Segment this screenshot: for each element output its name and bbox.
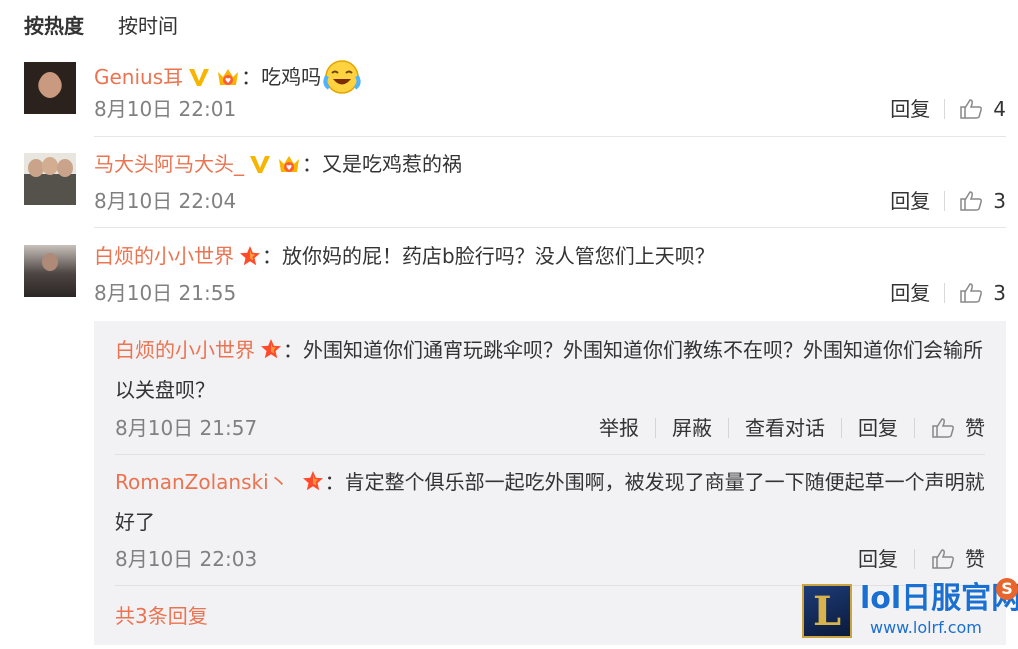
comment-time: 8月10日 21:55 <box>94 281 237 305</box>
reply-button[interactable]: 回复 <box>890 278 930 308</box>
username-link[interactable]: Genius耳 <box>94 62 183 92</box>
divider <box>841 418 842 438</box>
avatar[interactable] <box>24 62 76 114</box>
star-icon <box>240 246 260 266</box>
username-link[interactable]: RomanZolanski丶 <box>115 470 289 494</box>
thumbs-up-icon <box>932 549 954 569</box>
comment-item: 马大头阿马大头_ ♥ ：又是吃鸡惹的祸 8月10日 22:04 回复 3 <box>24 149 1006 219</box>
comment-content: 白烦的小小世界 ：放你妈的屁！药店b脸行吗？没人管您们上天呗？ <box>94 241 715 271</box>
reply-content: RomanZolanski丶 ：肯定整个俱乐部一起吃外围啊，被发现了商量了一下随便… <box>115 462 985 542</box>
like-count: 4 <box>993 97 1006 121</box>
sort-tabs: 按热度 按时间 <box>24 12 178 40</box>
comment-content: Genius耳 ♥ ：吃鸡吗 <box>94 58 361 96</box>
avatar[interactable] <box>24 245 76 297</box>
comment-actions: 回复 3 <box>890 278 1006 308</box>
report-button[interactable]: 举报 <box>599 413 639 443</box>
comment-text: ：吃鸡吗 <box>241 65 322 89</box>
svg-text:♥: ♥ <box>286 164 292 172</box>
crown-icon: ♥ <box>279 156 299 172</box>
username-link[interactable]: 白烦的小小世界 <box>94 241 234 271</box>
site-watermark: L lol日服官网 www.lolrf.com S <box>800 578 1018 648</box>
divider <box>914 549 915 569</box>
watermark-url: www.lolrf.com <box>870 618 982 637</box>
like-label: 赞 <box>965 416 985 440</box>
like-button[interactable]: 赞 <box>931 544 985 574</box>
divider <box>94 227 1006 228</box>
like-label: 赞 <box>965 547 985 571</box>
comment-item: Genius耳 ♥ ：吃鸡吗 8月10日 22:01 回复 4 <box>24 58 1006 128</box>
vip-v-icon <box>189 69 210 86</box>
svg-text:♥: ♥ <box>225 77 231 85</box>
like-button[interactable]: 赞 <box>931 413 985 443</box>
block-button[interactable]: 屏蔽 <box>672 413 712 443</box>
like-button[interactable]: 3 <box>959 186 1006 216</box>
comment-actions: 回复 4 <box>890 94 1006 124</box>
comment-time: 8月10日 22:04 <box>94 189 237 213</box>
like-button[interactable]: 3 <box>959 278 1006 308</box>
thumbs-up-icon <box>960 191 983 211</box>
divider <box>728 418 729 438</box>
vip-v-icon <box>250 156 270 173</box>
reply-content: 白烦的小小世界 ：外围知道你们通宵玩跳伞呗？外围知道你们教练不在呗？外围知道你们会… <box>115 330 985 410</box>
reply-time: 8月10日 21:57 <box>115 416 258 440</box>
comment-text: ：放你妈的屁！药店b脸行吗？没人管您们上天呗？ <box>262 244 715 268</box>
reply-button[interactable]: 回复 <box>858 413 898 443</box>
thumbs-up-icon <box>960 283 983 303</box>
crown-icon: ♥ <box>218 69 239 85</box>
comment-content: 马大头阿马大头_ ♥ ：又是吃鸡惹的祸 <box>94 149 462 179</box>
divider <box>914 418 915 438</box>
divider <box>94 136 1006 137</box>
watermark-title: lol日服官网 <box>860 581 1018 616</box>
reply-button[interactable]: 回复 <box>890 94 930 124</box>
like-button[interactable]: 4 <box>959 94 1006 124</box>
sort-by-time-tab[interactable]: 按时间 <box>118 12 178 40</box>
divider <box>944 283 946 303</box>
thumbs-up-icon <box>932 418 954 438</box>
thumbs-up-icon <box>960 99 983 119</box>
username-link[interactable]: 白烦的小小世界 <box>115 338 255 362</box>
divider <box>115 454 985 455</box>
divider <box>655 418 656 438</box>
username-link[interactable]: 马大头阿马大头_ <box>94 149 244 179</box>
star-icon <box>302 471 323 491</box>
reply-actions: 举报 屏蔽 查看对话 回复 赞 <box>599 413 985 443</box>
comment-item: 白烦的小小世界 ：放你妈的屁！药店b脸行吗？没人管您们上天呗？ 8月10日 21… <box>24 241 1006 311</box>
reply-item: RomanZolanski丶 ：肯定整个俱乐部一起吃外围啊，被发现了商量了一下随便… <box>115 462 985 582</box>
reply-actions: 回复 赞 <box>858 544 985 574</box>
view-conversation-button[interactable]: 查看对话 <box>745 413 825 443</box>
reply-time: 8月10日 22:03 <box>115 547 258 571</box>
star-icon <box>261 339 281 359</box>
comment-time: 8月10日 22:01 <box>94 97 237 121</box>
sogou-badge-icon: S <box>996 578 1018 600</box>
reply-button[interactable]: 回复 <box>858 544 898 574</box>
laughing-crying-emoji <box>323 60 361 94</box>
comment-text: ：又是吃鸡惹的祸 <box>302 152 462 176</box>
comment-actions: 回复 3 <box>890 186 1006 216</box>
reply-item: 白烦的小小世界 ：外围知道你们通宵玩跳伞呗？外围知道你们教练不在呗？外围知道你们会… <box>115 330 985 454</box>
lol-logo: L <box>802 584 852 638</box>
reply-button[interactable]: 回复 <box>890 186 930 216</box>
like-count: 3 <box>993 189 1006 213</box>
like-count: 3 <box>993 281 1006 305</box>
sort-by-hot-tab[interactable]: 按热度 <box>24 12 84 40</box>
divider <box>944 99 946 119</box>
total-replies-link[interactable]: 共3条回复 <box>115 601 208 631</box>
avatar[interactable] <box>24 153 76 205</box>
divider <box>944 191 946 211</box>
